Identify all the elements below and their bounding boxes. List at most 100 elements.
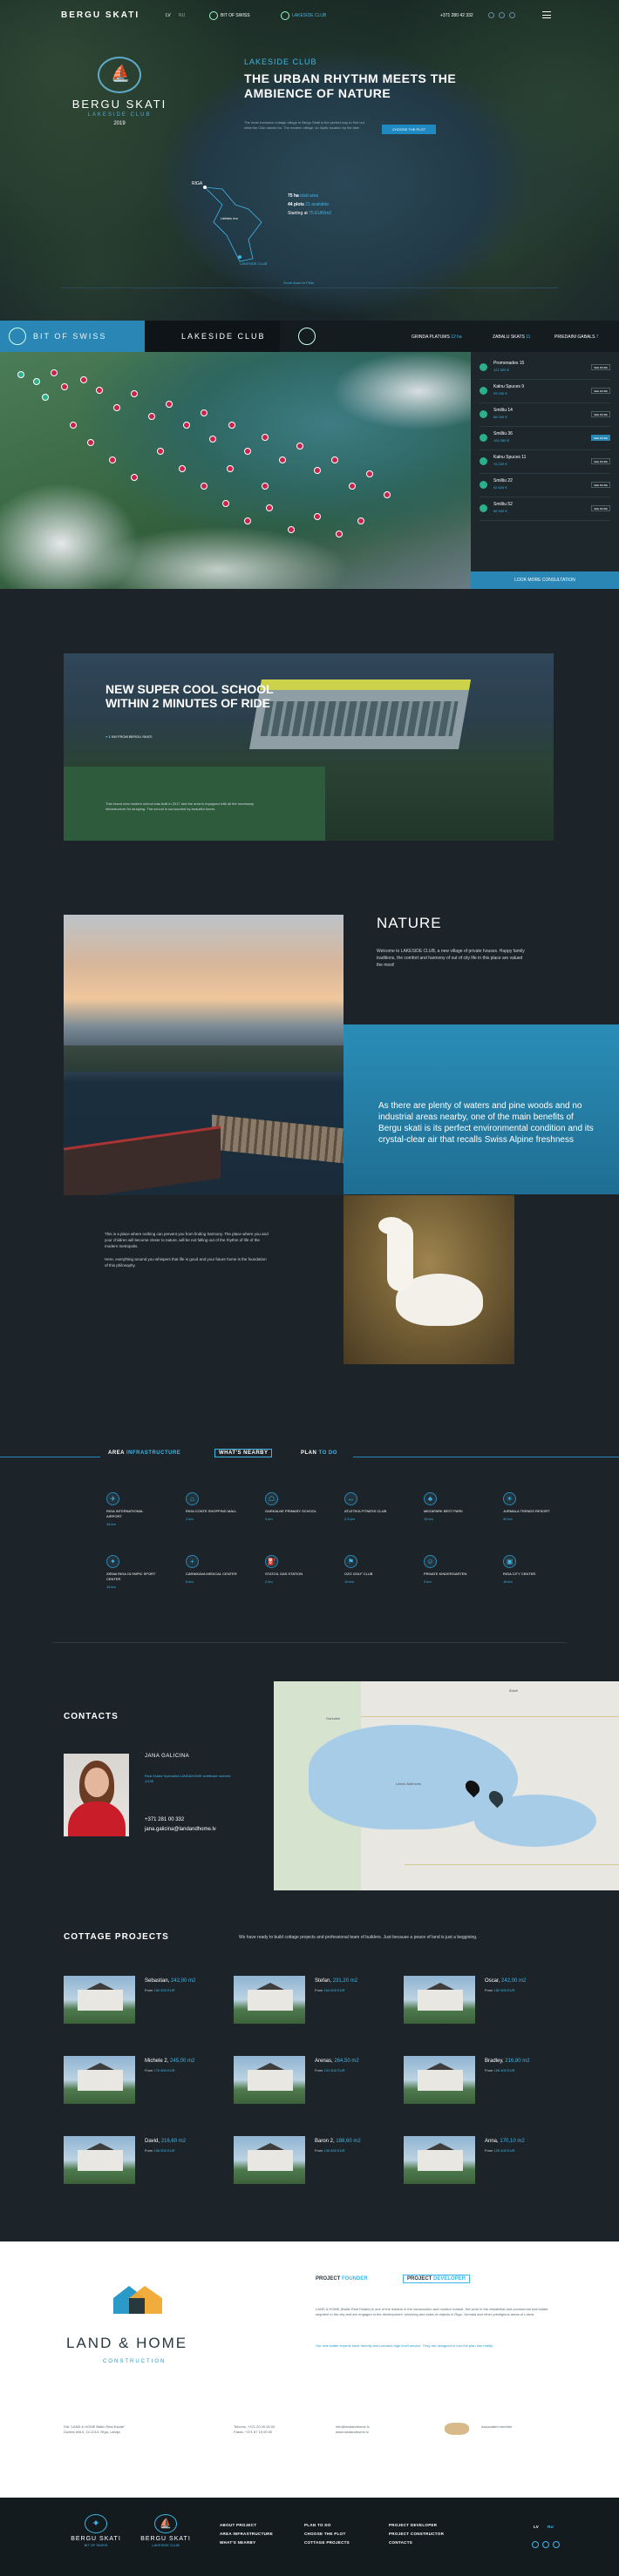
nav-lakeside-club[interactable]: LAKESIDE CLUB: [281, 11, 326, 20]
tab-plan-to-do[interactable]: PLAN TO DO: [301, 1450, 337, 1456]
plot-row[interactable]: Smilšu 14 88 040 € SEE MORE: [480, 406, 610, 427]
plot-pin[interactable]: [113, 404, 120, 411]
plot-pin[interactable]: [179, 465, 186, 472]
footer-link[interactable]: PLAN TO DO: [304, 2523, 331, 2527]
agent-email[interactable]: jana.galicina@landandhome.lv: [145, 1827, 216, 1832]
plot-row[interactable]: Kalnu Spuces 9 99 150 € SEE MORE: [480, 382, 610, 403]
nearby-item[interactable]: ☺ PRIVATE KINDERGARTEN 3 km: [424, 1555, 476, 1584]
menu-icon[interactable]: [542, 11, 551, 18]
project-card[interactable]: Michele 2, 245,00 m2 From 176 800 EUR: [64, 2056, 219, 2104]
nearby-item[interactable]: ✦ ZIEMA RIGA OLYMPIC SPORT CENTER 16 km: [106, 1555, 159, 1589]
footer-link[interactable]: PROJECT CONSTRUCTOR: [389, 2532, 444, 2536]
project-thumbnail[interactable]: [404, 2136, 475, 2184]
footer-lang-lv[interactable]: LV: [534, 2525, 539, 2529]
plot-pin[interactable]: [131, 390, 138, 397]
project-thumbnail[interactable]: [404, 1976, 475, 2024]
nearby-item[interactable]: ☀ JURMALA TRENDS RESORT 40 km: [503, 1492, 555, 1521]
nav-bit-of-swiss[interactable]: BIT OF SWISS: [209, 11, 250, 20]
tab-lakeside-club[interactable]: LAKESIDE CLUB: [145, 321, 316, 352]
footer-link[interactable]: CHOOSE THE PLOT: [304, 2532, 346, 2536]
plot-pin[interactable]: [336, 531, 343, 538]
plot-see-more-button[interactable]: SEE MORE: [591, 388, 610, 394]
tab-whats-nearby[interactable]: WHAT'S NEARBY: [214, 1449, 273, 1457]
plot-pin[interactable]: [51, 369, 58, 376]
plot-pin[interactable]: [166, 401, 173, 408]
nearby-item[interactable]: ☖ GARKALNE PRIMARY SCHOOL 4 km: [265, 1492, 317, 1521]
plot-row[interactable]: Smilšu 52 85 300 € SEE MORE: [480, 500, 610, 521]
project-card[interactable]: Baron 2, 188,60 m2 From 139 800 EUR: [234, 2136, 389, 2184]
nearby-item[interactable]: ↔ ATLETIKA FITNESS CLUB 2.5 km: [344, 1492, 397, 1521]
consultation-button[interactable]: LOOK MORE CONSULTATION: [471, 571, 619, 589]
project-thumbnail[interactable]: [234, 2136, 305, 2184]
project-card[interactable]: Stefan, 231,20 m2 From 164 600 EUR: [234, 1976, 389, 2024]
project-thumbnail[interactable]: [234, 2056, 305, 2104]
footer-link[interactable]: WHAT'S NEARBY: [220, 2540, 255, 2545]
plot-pin[interactable]: [201, 409, 207, 416]
footer-logo-lakeside[interactable]: ⛵ BERGU SKATI LAKESIDE CLUB: [135, 2514, 196, 2547]
project-thumbnail[interactable]: [64, 2136, 135, 2184]
footer-link[interactable]: AREA INFRASTRUCTURE: [220, 2532, 273, 2536]
plot-pin[interactable]: [17, 371, 24, 378]
footer-logo-swiss[interactable]: ✦ BERGU SKATI BIT OF SWISS: [65, 2514, 126, 2547]
nearby-item[interactable]: ⛽ STATOIL GAS STATION 2 km: [265, 1555, 317, 1584]
plot-pin[interactable]: [262, 434, 269, 441]
nearby-item[interactable]: ✈ RIGA INTERNATIONAL AIRPORT 18 km: [106, 1492, 159, 1526]
plot-row[interactable]: Promenades 15 121 500 € SEE MORE: [480, 359, 610, 380]
plot-pin[interactable]: [87, 439, 94, 446]
nearby-item[interactable]: ▣ RIGA CITY CENTER 18 km: [503, 1555, 555, 1584]
plot-pin[interactable]: [357, 517, 364, 524]
project-card[interactable]: Anna, 170,10 m2 From 126 400 EUR: [404, 2136, 559, 2184]
plot-pin[interactable]: [366, 470, 373, 477]
plot-pin[interactable]: [209, 436, 216, 443]
scroll-hint[interactable]: Scroll down to Plots: [283, 281, 314, 285]
footer-youtube-icon[interactable]: [553, 2541, 560, 2548]
tab-project-developer[interactable]: PROJECT DEVELOPER: [403, 2275, 471, 2283]
tab-bit-of-swiss[interactable]: BIT OF SWISS: [0, 321, 145, 352]
choose-plot-button[interactable]: CHOOSE THE PLOT: [382, 125, 436, 134]
nearby-item[interactable]: ⌂ RIGA CONTE SHOPPING MALL 2 km: [186, 1492, 238, 1521]
plot-see-more-button[interactable]: SEE MORE: [591, 411, 610, 417]
footer-link[interactable]: COTTAGE PROJECTS: [304, 2540, 350, 2545]
plot-pin[interactable]: [314, 513, 321, 520]
plots-aerial-map[interactable]: [0, 352, 471, 589]
plot-see-more-button[interactable]: SEE MORE: [591, 482, 610, 488]
tab-area-infrastructure[interactable]: AREA INFRASTRUCTURE: [108, 1450, 180, 1456]
plot-pin[interactable]: [227, 465, 234, 472]
plot-see-more-button[interactable]: SEE MORE: [591, 435, 610, 441]
plot-pin[interactable]: [131, 474, 138, 481]
plot-pin[interactable]: [244, 448, 251, 455]
plot-pin[interactable]: [109, 456, 116, 463]
plot-see-more-button[interactable]: SEE MORE: [591, 505, 610, 511]
plot-pin[interactable]: [42, 394, 49, 401]
lang-lv[interactable]: LV: [166, 13, 171, 18]
project-card[interactable]: David, 216,60 m2 From 158 500 EUR: [64, 2136, 219, 2184]
agent-phone[interactable]: +371 281 00 332: [145, 1817, 184, 1822]
project-card[interactable]: Oscar, 242,00 m2 From 180 500 EUR: [404, 1976, 559, 2024]
plot-pin[interactable]: [384, 491, 391, 498]
plot-pin[interactable]: [266, 504, 273, 511]
nearby-item[interactable]: ⚑ OZO GOLF CLUB 10 km: [344, 1555, 397, 1584]
plot-pin[interactable]: [331, 456, 338, 463]
plot-pin[interactable]: [279, 456, 286, 463]
footer-link[interactable]: ABOUT PROJECT: [220, 2523, 256, 2527]
project-card[interactable]: Sebastian, 242,00 m2 From 180 500 EUR: [64, 1976, 219, 2024]
plot-pin[interactable]: [80, 376, 87, 383]
plot-pin[interactable]: [228, 422, 235, 429]
plot-pin[interactable]: [296, 443, 303, 450]
plot-row[interactable]: Kalnu Spuces 11 76 200 € SEE MORE: [480, 453, 610, 474]
footer-link[interactable]: PROJECT DEVELOPER: [389, 2523, 437, 2527]
footer-facebook-icon[interactable]: [532, 2541, 539, 2548]
nearby-item[interactable]: ♣ MEZAPARK BEST PARK 15 km: [424, 1492, 476, 1521]
plot-pin[interactable]: [61, 383, 68, 390]
plot-pin[interactable]: [314, 467, 321, 474]
project-card[interactable]: Bradley, 216,80 m2 From 158 400 EUR: [404, 2056, 559, 2104]
plot-row[interactable]: Smilšu 22 92 620 € SEE MORE: [480, 477, 610, 497]
brand-logo[interactable]: BERGU SKATI: [61, 10, 139, 20]
plot-pin[interactable]: [70, 422, 77, 429]
plot-pin[interactable]: [96, 387, 103, 394]
plot-pin[interactable]: [288, 526, 295, 533]
tab-project-founder[interactable]: PROJECT FOUNDER: [316, 2276, 368, 2282]
facebook-icon[interactable]: [488, 12, 494, 18]
footer-lang-ru[interactable]: RU: [548, 2525, 554, 2529]
plot-see-more-button[interactable]: SEE MORE: [591, 458, 610, 464]
